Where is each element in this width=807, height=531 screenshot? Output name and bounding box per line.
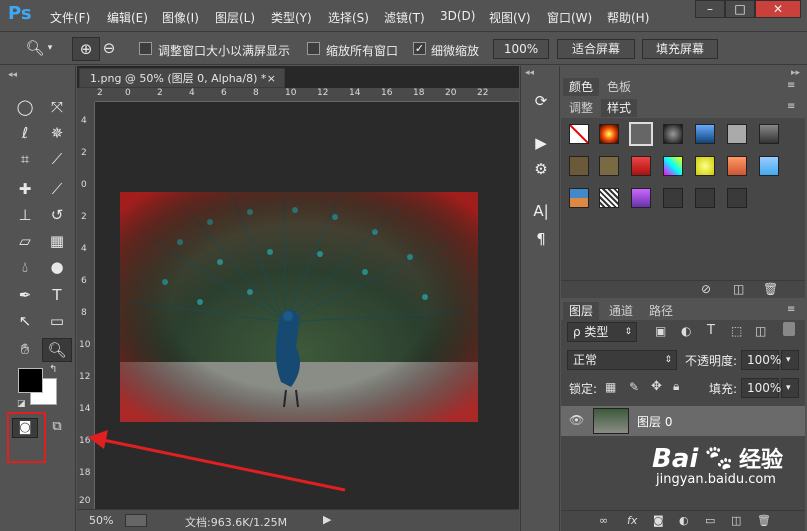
style-swatch[interactable] (727, 188, 747, 208)
layer-thumbnail (593, 408, 629, 434)
styles-grid (561, 118, 805, 298)
layers-footer: ∞ fx ◙ ◐ ▭ ◫ 🗑︎ (561, 510, 805, 531)
style-swatch[interactable] (695, 188, 715, 208)
opacity-input[interactable]: 100% (741, 350, 781, 370)
fill-label: 填充: (709, 382, 738, 396)
filter-shape-icon[interactable]: ⬚ (731, 324, 742, 338)
styles-footer: ⊘ ◫ 🗑︎ (561, 280, 805, 298)
properties-panel-icon[interactable]: ⚙ (529, 158, 553, 180)
style-none-swatch[interactable] (569, 124, 589, 144)
clear-style-icon[interactable]: ⊘ (701, 282, 711, 296)
history-panel-icon[interactable]: ⟳ (529, 90, 553, 112)
add-mask-icon[interactable]: ◙ (653, 514, 664, 527)
style-swatch[interactable] (599, 124, 619, 144)
watermark: Bai 🐾︎ 经验 jingyan.baidu.com (652, 442, 783, 487)
filter-pixel-icon[interactable]: ▣ (655, 324, 666, 338)
new-group-icon[interactable]: ▭ (705, 514, 715, 527)
style-swatch[interactable] (631, 188, 651, 208)
fx-icon[interactable]: fx (627, 514, 637, 527)
tab-styles[interactable]: 样式 (601, 99, 638, 117)
adjustment-layer-icon[interactable]: ◐ (679, 514, 689, 527)
chevron-down-icon: ⇕ (624, 327, 632, 337)
style-swatch-selected[interactable] (629, 122, 653, 146)
watermark-url: jingyan.baidu.com (656, 472, 776, 487)
filter-smart-object-icon[interactable]: ◫ (755, 324, 766, 338)
layer-filter-kind[interactable]: ρ 类型 ⇕ (567, 322, 637, 342)
blend-mode-value: 正常 (573, 353, 598, 367)
layers-panel-menu-icon[interactable]: ≡ (787, 304, 795, 315)
delete-style-icon[interactable]: 🗑︎ (763, 282, 778, 296)
watermark-brand-suffix: 经验 (738, 448, 783, 473)
filter-toggle-icon[interactable] (783, 322, 795, 336)
style-swatch[interactable] (569, 156, 589, 176)
tab-swatches[interactable]: 色板 (601, 78, 637, 96)
new-style-icon[interactable]: ◫ (733, 282, 744, 296)
filter-type-icon[interactable]: T (707, 323, 715, 338)
tab-layers[interactable]: 图层 (563, 302, 600, 320)
style-swatch[interactable] (759, 156, 779, 176)
fill-input[interactable]: 100% (741, 378, 781, 398)
fill-dropdown-icon[interactable]: ▾ (781, 378, 799, 398)
opacity-label: 不透明度: (685, 354, 738, 368)
style-swatch[interactable] (663, 124, 683, 144)
expand-panels-icon[interactable]: ◂◂ (525, 68, 534, 78)
layer-row[interactable]: 👁︎ 图层 0 (561, 406, 805, 436)
style-swatch[interactable] (663, 156, 683, 176)
tab-adjustments[interactable]: 调整 (563, 99, 599, 117)
panel-icon-strip: ◂◂ ⟳ ▶ ⚙ A| ¶ (520, 66, 560, 531)
paw-icon: 🐾︎ (702, 444, 736, 474)
new-layer-icon[interactable]: ◫ (731, 514, 741, 527)
collapse-right-icon[interactable]: ▸▸ (791, 68, 800, 78)
style-swatch[interactable] (695, 124, 715, 144)
style-swatch[interactable] (727, 156, 747, 176)
tab-channels[interactable]: 通道 (603, 302, 639, 320)
actions-panel-icon[interactable]: ▶ (529, 132, 553, 154)
style-swatch[interactable] (599, 188, 619, 208)
opacity-dropdown-icon[interactable]: ▾ (781, 350, 799, 370)
color-panel-menu-icon[interactable]: ≡ (787, 80, 795, 91)
style-swatch[interactable] (663, 188, 683, 208)
lock-transparent-icon[interactable]: ▦ (605, 380, 616, 394)
style-swatch[interactable] (695, 156, 715, 176)
style-swatch[interactable] (727, 124, 747, 144)
eye-icon[interactable]: 👁︎ (569, 413, 584, 427)
character-panel-icon[interactable]: A| (529, 200, 553, 222)
lock-all-icon[interactable]: 🔒︎ (673, 379, 679, 394)
style-swatch[interactable] (759, 124, 779, 144)
link-layers-icon[interactable]: ∞ (599, 514, 608, 527)
tab-color[interactable]: 颜色 (563, 78, 600, 96)
lock-label: 锁定: (569, 382, 598, 396)
tab-paths[interactable]: 路径 (643, 302, 679, 320)
style-swatch[interactable] (569, 188, 589, 208)
blend-mode-select[interactable]: 正常 ⇕ (567, 350, 677, 370)
style-swatch[interactable] (631, 156, 651, 176)
style-swatch[interactable] (599, 156, 619, 176)
lock-position-icon[interactable]: ✥ (651, 379, 662, 394)
lock-image-icon[interactable]: ✎ (629, 380, 639, 394)
styles-panel-menu-icon[interactable]: ≡ (787, 101, 795, 112)
delete-layer-icon[interactable]: 🗑︎ (757, 514, 771, 527)
chevron-down-icon: ⇕ (664, 355, 672, 365)
filter-adjustment-icon[interactable]: ◐ (681, 324, 691, 338)
paragraph-panel-icon[interactable]: ¶ (529, 228, 553, 250)
layer-filter-label: ρ 类型 (573, 325, 609, 339)
layer-name[interactable]: 图层 0 (637, 413, 672, 430)
watermark-brand: Bai (652, 444, 699, 474)
